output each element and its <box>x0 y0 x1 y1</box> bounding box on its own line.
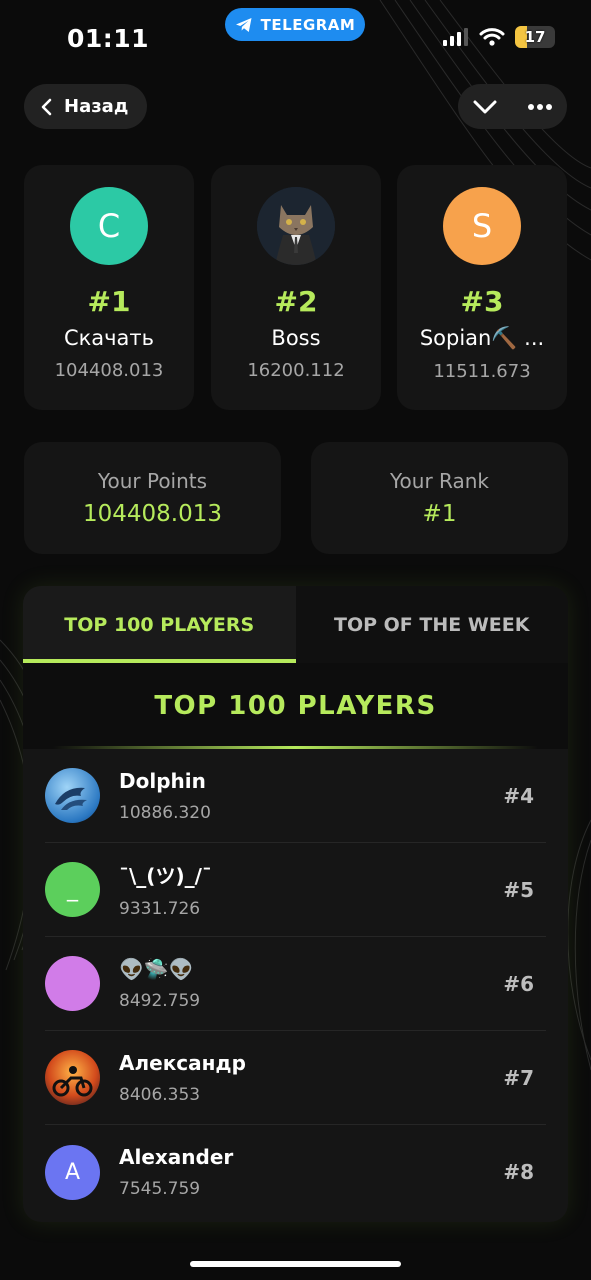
podium-rank: #3 <box>460 285 504 318</box>
list-item[interactable]: Dolphin 10886.320 #4 <box>45 749 546 843</box>
player-name: Alexander <box>119 1145 234 1169</box>
podium-score: 104408.013 <box>54 360 164 381</box>
leaderboard-list: Dolphin 10886.320 #4 _ ¯\_(ツ)_/¯ 9331.72… <box>23 749 568 1219</box>
list-item[interactable]: _ ¯\_(ツ)_/¯ 9331.726 #5 <box>45 843 546 937</box>
player-score: 9331.726 <box>119 899 201 919</box>
podium-score: 11511.673 <box>433 361 531 382</box>
player-score: 8492.759 <box>119 990 201 1011</box>
podium-rank: #2 <box>274 285 318 318</box>
podium-card-3[interactable]: S #3 Sopian⛏️ ... 11511.673 <box>397 165 567 410</box>
wifi-icon <box>479 28 505 46</box>
row-info: Dolphin 10886.320 <box>119 769 503 823</box>
avatar: C <box>70 187 148 265</box>
avatar-initial: S <box>471 207 493 245</box>
avatar-initial: C <box>97 207 121 245</box>
avatar <box>45 768 100 823</box>
list-item[interactable]: Александр 8406.353 #7 <box>45 1031 546 1125</box>
list-item[interactable]: 👽🛸👽 8492.759 #6 <box>45 937 546 1031</box>
avatar <box>45 956 100 1011</box>
list-item[interactable]: A Alexander 7545.759 #8 <box>45 1125 546 1219</box>
chevron-down-icon[interactable] <box>473 100 497 114</box>
player-score: 10886.320 <box>119 802 211 823</box>
your-points-label: Your Points <box>97 469 208 493</box>
tab-top-100-players[interactable]: TOP 100 PLAYERS <box>23 586 296 663</box>
podium-name: Sopian⛏️ ... <box>419 326 545 350</box>
player-rank: #6 <box>503 971 534 996</box>
podium-rank: #1 <box>87 285 131 318</box>
telegram-label: TELEGRAM <box>260 15 356 34</box>
signal-icon <box>443 28 468 46</box>
avatar <box>45 1050 100 1105</box>
status-icons: 17 <box>443 26 555 48</box>
telegram-pill[interactable]: TELEGRAM <box>225 8 365 41</box>
player-rank: #8 <box>503 1160 534 1184</box>
your-points-card: Your Points 104408.013 <box>24 442 281 554</box>
podium-name: Boss <box>271 326 321 350</box>
avatar-initial: _ <box>67 877 78 902</box>
tab-top-of-the-week[interactable]: TOP OF THE WEEK <box>295 586 568 663</box>
your-rank-value: #1 <box>422 501 457 527</box>
row-info: 👽🛸👽 8492.759 <box>119 957 503 1011</box>
home-indicator[interactable] <box>190 1261 401 1267</box>
leaderboard: TOP 100 PLAYERS TOP OF THE WEEK TOP 100 … <box>23 586 568 1222</box>
avatar: A <box>45 1144 100 1200</box>
your-rank-label: Your Rank <box>389 469 490 493</box>
player-score: 8406.353 <box>119 1084 201 1105</box>
your-points-value: 104408.013 <box>82 501 222 527</box>
battery-level: 17 <box>524 28 546 46</box>
chevron-left-icon <box>41 98 52 115</box>
avatar <box>257 187 335 265</box>
avatar-initial: A <box>64 1159 81 1185</box>
player-name: 👽🛸👽 <box>119 956 194 981</box>
header-actions <box>458 84 567 129</box>
podium-score: 16200.112 <box>247 360 345 381</box>
leaderboard-tabs: TOP 100 PLAYERS TOP OF THE WEEK <box>23 586 568 663</box>
player-rank: #7 <box>503 1065 534 1090</box>
motorbike-avatar-icon <box>52 1066 93 1097</box>
row-info: ¯\_(ツ)_/¯ 9331.726 <box>119 860 503 919</box>
player-name: ¯\_(ツ)_/¯ <box>119 864 212 888</box>
dolphin-avatar-icon <box>55 787 87 810</box>
player-rank: #5 <box>503 877 534 902</box>
status-bar: 01:11 TELEGRAM 17 <box>0 0 591 80</box>
cat-avatar-icon <box>257 187 335 265</box>
battery-indicator: 17 <box>515 26 555 48</box>
row-info: Александр 8406.353 <box>119 1051 503 1105</box>
podium-card-1[interactable]: C #1 Скачать 104408.013 <box>24 165 194 410</box>
player-name: Александр <box>119 1050 246 1075</box>
player-name: Dolphin <box>119 768 206 793</box>
podium-card-2[interactable]: #2 Boss 16200.112 <box>211 165 381 410</box>
leaderboard-title: TOP 100 PLAYERS <box>23 663 568 749</box>
player-rank: #4 <box>503 783 534 808</box>
back-button[interactable]: Назад <box>24 84 147 129</box>
row-info: Alexander 7545.759 <box>119 1145 503 1199</box>
more-icon[interactable] <box>527 103 552 110</box>
podium-name: Скачать <box>63 326 155 350</box>
avatar: S <box>443 187 521 265</box>
clock: 01:11 <box>67 24 150 53</box>
back-label: Назад <box>64 96 129 117</box>
telegram-icon <box>235 17 252 32</box>
avatar: _ <box>45 862 100 917</box>
your-rank-card: Your Rank #1 <box>311 442 568 554</box>
player-score: 7545.759 <box>119 1179 201 1199</box>
